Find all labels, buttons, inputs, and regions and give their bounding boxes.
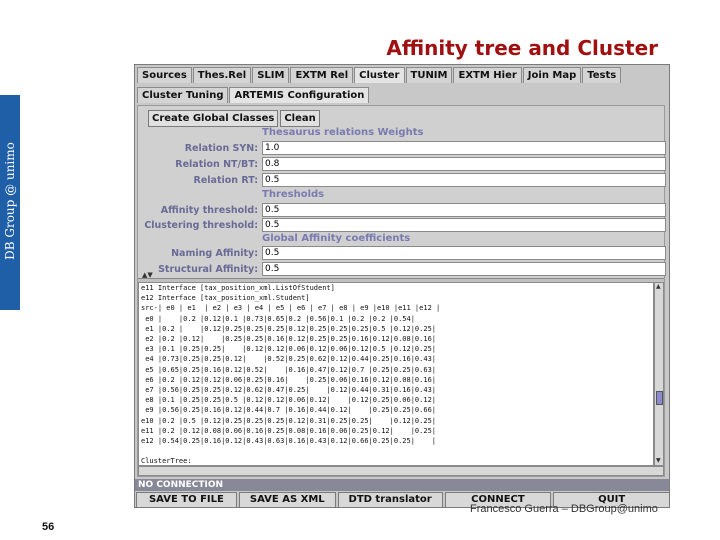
tab-tunim[interactable]: TUNIM [405, 67, 453, 83]
structural-affinity-label: Structural Affinity: [158, 264, 258, 275]
nt-row: Relation NT/BT: 0.8 [138, 157, 666, 172]
scroll-down-icon[interactable]: ▼ [656, 457, 661, 464]
clustering-threshold-label: Clustering threshold: [144, 220, 258, 231]
save-to-file-button[interactable]: SAVE TO FILE [136, 492, 237, 508]
syn-label: Relation SYN: [184, 143, 258, 154]
section-global-affinity: Global Affinity coefficients [262, 233, 411, 244]
affinity-row: Affinity threshold: 0.5 [138, 203, 666, 218]
scroll-up-icon[interactable]: ▲ [656, 283, 661, 290]
affinity-matrix-output: e11 Interface [tax_position_xml.ListOfSt… [141, 284, 441, 466]
clean-button[interactable]: Clean [280, 110, 320, 127]
output-text-area[interactable]: e11 Interface [tax_position_xml.ListOfSt… [138, 282, 654, 466]
nt-label: Relation NT/BT: [175, 159, 258, 170]
tab-cluster-tuning[interactable]: Cluster Tuning [137, 87, 229, 103]
tab-join-map[interactable]: Join Map [522, 67, 582, 83]
tab-sources[interactable]: Sources [137, 67, 192, 83]
tab-artemis-configuration[interactable]: ARTEMIS Configuration [229, 87, 370, 103]
syn-row: Relation SYN: 1.0 [138, 141, 666, 156]
author-footer: Francesco Guerra – DBGroup@unimo [470, 503, 658, 515]
rt-field[interactable]: 0.5 [262, 173, 666, 187]
scroll-thumb[interactable] [656, 391, 663, 405]
affinity-threshold-label: Affinity threshold: [160, 205, 258, 216]
naming-affinity-field[interactable]: 0.5 [262, 246, 666, 260]
rt-row: Relation RT: 0.5 [138, 173, 666, 188]
side-label: DB Group @ unimo [3, 142, 17, 260]
horizontal-scrollbar[interactable] [138, 466, 664, 476]
page-number: 56 [42, 521, 55, 533]
save-as-xml-button[interactable]: SAVE AS XML [238, 492, 336, 508]
connection-status: NO CONNECTION [135, 479, 669, 491]
tab-cluster[interactable]: Cluster [354, 67, 405, 83]
clustering-row: Clustering threshold: 0.5 [138, 218, 666, 233]
slide-title: Affinity tree and Cluster [386, 36, 658, 60]
tab-slim[interactable]: SLIM [252, 67, 290, 83]
artemis-config-pane: Create Global Classes Clean Thesaurus re… [137, 105, 666, 477]
sub-tab-bar: Cluster Tuning ARTEMIS Configuration [137, 87, 370, 103]
tab-thes-rel[interactable]: Thes.Rel [192, 67, 252, 83]
nt-field[interactable]: 0.8 [262, 157, 666, 171]
naming-row: Naming Affinity: 0.5 [138, 246, 666, 261]
clustering-threshold-field[interactable]: 0.5 [262, 218, 666, 232]
tab-extm-hier[interactable]: EXTM Hier [453, 67, 522, 83]
naming-affinity-label: Naming Affinity: [171, 248, 258, 259]
affinity-threshold-field[interactable]: 0.5 [262, 203, 666, 217]
app-window: Sources Thes.Rel SLIM EXTM Rel Cluster T… [134, 64, 670, 508]
create-global-classes-button[interactable]: Create Global Classes [148, 110, 279, 127]
section-thesaurus-weights: Thesaurus relations Weights [262, 127, 424, 138]
structural-affinity-field[interactable]: 0.5 [262, 262, 666, 276]
dtd-translator-button[interactable]: DTD translator [337, 492, 443, 508]
vertical-scrollbar[interactable]: ▲ ▼ [654, 282, 664, 466]
structural-row: Structural Affinity: 0.5 [138, 262, 666, 277]
section-thresholds: Thresholds [262, 189, 325, 200]
toolbar: Create Global Classes Clean [148, 110, 320, 127]
syn-field[interactable]: 1.0 [262, 141, 666, 155]
main-tab-bar: Sources Thes.Rel SLIM EXTM Rel Cluster T… [137, 67, 622, 84]
tab-tests[interactable]: Tests [582, 67, 622, 83]
rt-label: Relation RT: [193, 175, 258, 186]
config-form: Thesaurus relations Weights Relation SYN… [138, 127, 666, 277]
tab-extm-rel[interactable]: EXTM Rel [290, 67, 354, 83]
